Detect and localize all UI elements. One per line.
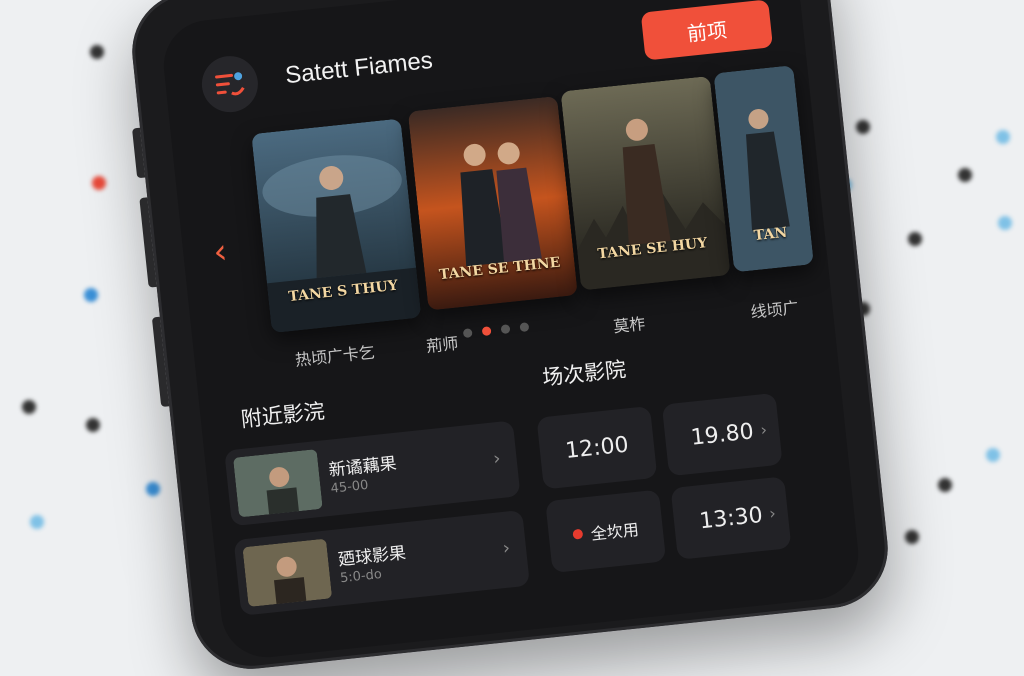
page-dot[interactable] — [519, 322, 530, 333]
cinema-card[interactable]: 廼球影果 5:0-do › — [233, 509, 530, 616]
showtimes-section-header: 场次影院 — [541, 353, 628, 392]
volume-button — [132, 127, 146, 179]
carousel-pagination — [462, 322, 530, 339]
primary-action-button[interactable]: 前项 — [640, 0, 774, 61]
showtime-grid: 12:00 19.80 › 全坎用 13:30 › — [536, 392, 792, 574]
background-dot — [998, 216, 1012, 230]
poster-label: 莫柞 — [612, 314, 647, 337]
cinema-list: 新谲藕果 45-00 › 廼球影果 5:0-do › — [224, 420, 531, 629]
showtime-label: 19.80 — [689, 418, 755, 451]
app-logo[interactable] — [199, 53, 261, 115]
phone-screen: Satett Fiames 前项 ‹ TANE S THUY TANE SE T… — [159, 0, 863, 662]
poster-label: 荊师 — [425, 333, 460, 356]
background-dot — [938, 478, 952, 492]
background-dot — [905, 530, 919, 544]
page-dot[interactable] — [462, 328, 473, 339]
movie-carousel: ‹ TANE S THUY TANE SE THNE TANE SE HUY T… — [171, 65, 833, 376]
background-dot — [958, 168, 972, 182]
background-dot — [92, 176, 106, 190]
movie-poster[interactable]: TANE SE THNE — [407, 95, 578, 311]
background-dot — [908, 232, 922, 246]
chevron-right-icon: › — [759, 419, 768, 440]
chevron-right-icon: › — [768, 503, 777, 524]
showtime-label: 全坎用 — [589, 519, 640, 544]
page-dot[interactable] — [500, 324, 511, 335]
cinema-time: 5:0-do — [339, 566, 383, 587]
showtime-label: 12:00 — [564, 431, 630, 464]
chevron-right-icon: › — [492, 447, 502, 470]
phone-device: Satett Fiames 前项 ‹ TANE S THUY TANE SE T… — [126, 0, 894, 675]
status-dot-icon — [572, 528, 584, 540]
background-dot — [90, 45, 104, 59]
poster-label: 线顷广 — [749, 297, 800, 322]
nearby-heading: 附近影浣 — [239, 399, 326, 432]
showtime-slot[interactable]: 全坎用 — [545, 489, 667, 574]
poster-label: 热顷广卡乞 — [294, 342, 376, 370]
background-dot — [856, 120, 870, 134]
showtime-label: 13:30 — [698, 502, 764, 534]
cinema-name: 新谲藕果 — [327, 453, 398, 481]
movie-poster[interactable]: TANE SE HUY — [560, 75, 731, 291]
showtime-slot[interactable]: 13:30 › — [670, 476, 792, 560]
showtime-slot[interactable]: 12:00 — [536, 405, 658, 490]
background-dot — [986, 448, 1000, 462]
showtimes-heading: 场次影院 — [541, 357, 628, 390]
cinema-name: 廼球影果 — [337, 543, 407, 571]
cinema-thumbnail — [242, 538, 333, 607]
logo-icon — [215, 72, 245, 96]
chevron-right-icon: › — [501, 537, 512, 560]
background-dot — [30, 515, 44, 529]
cinema-time: 45-00 — [330, 477, 370, 497]
showtime-slot[interactable]: 19.80 › — [661, 392, 783, 477]
chevron-left-icon[interactable]: ‹ — [211, 231, 229, 272]
background-dot — [84, 288, 98, 302]
volume-button — [139, 197, 157, 288]
background-dot — [22, 400, 36, 414]
nearby-section-header: 附近影浣 — [239, 395, 326, 434]
page-dot-active[interactable] — [481, 326, 492, 337]
app-title: Satett Fiames — [283, 46, 434, 90]
movie-poster[interactable]: TANE S THUY — [251, 118, 422, 334]
cinema-card[interactable]: 新谲藕果 45-00 › — [224, 420, 521, 527]
cinema-thumbnail — [232, 449, 323, 518]
movie-poster[interactable]: TAN — [713, 65, 814, 273]
background-dot — [996, 130, 1010, 144]
power-button — [151, 316, 170, 408]
background-dot — [146, 482, 160, 496]
background-dot — [86, 418, 100, 432]
